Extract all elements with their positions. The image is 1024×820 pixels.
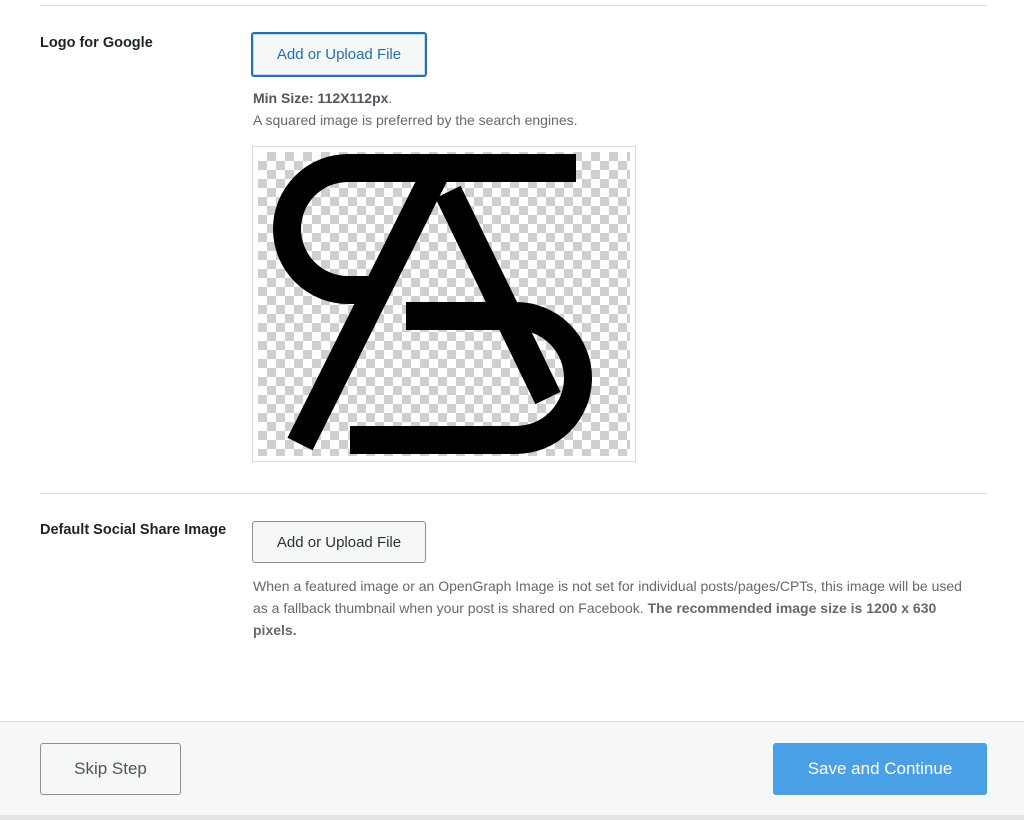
skip-step-button[interactable]: Skip Step [40, 743, 181, 795]
logo-hint-text: A squared image is preferred by the sear… [253, 112, 578, 128]
min-size-text: Min Size: 112X112px. [253, 90, 392, 106]
social-description: When a featured image or an OpenGraph Im… [253, 575, 973, 641]
top-divider [40, 5, 987, 6]
logo-graphic [273, 153, 592, 454]
logo-for-google-label: Logo for Google [40, 35, 153, 51]
social-share-image-label: Default Social Share Image [40, 522, 227, 538]
social-upload-button[interactable]: Add or Upload File [252, 521, 426, 563]
transparency-background [258, 152, 630, 456]
footer-bottom-edge [0, 815, 1024, 820]
logo-upload-button[interactable]: Add or Upload File [251, 32, 427, 77]
logo-preview-image[interactable] [252, 146, 636, 462]
min-size-suffix: . [388, 90, 393, 106]
save-and-continue-button[interactable]: Save and Continue [773, 743, 987, 795]
section-divider [40, 493, 987, 494]
min-size-value: Min Size: 112X112px [253, 90, 389, 106]
